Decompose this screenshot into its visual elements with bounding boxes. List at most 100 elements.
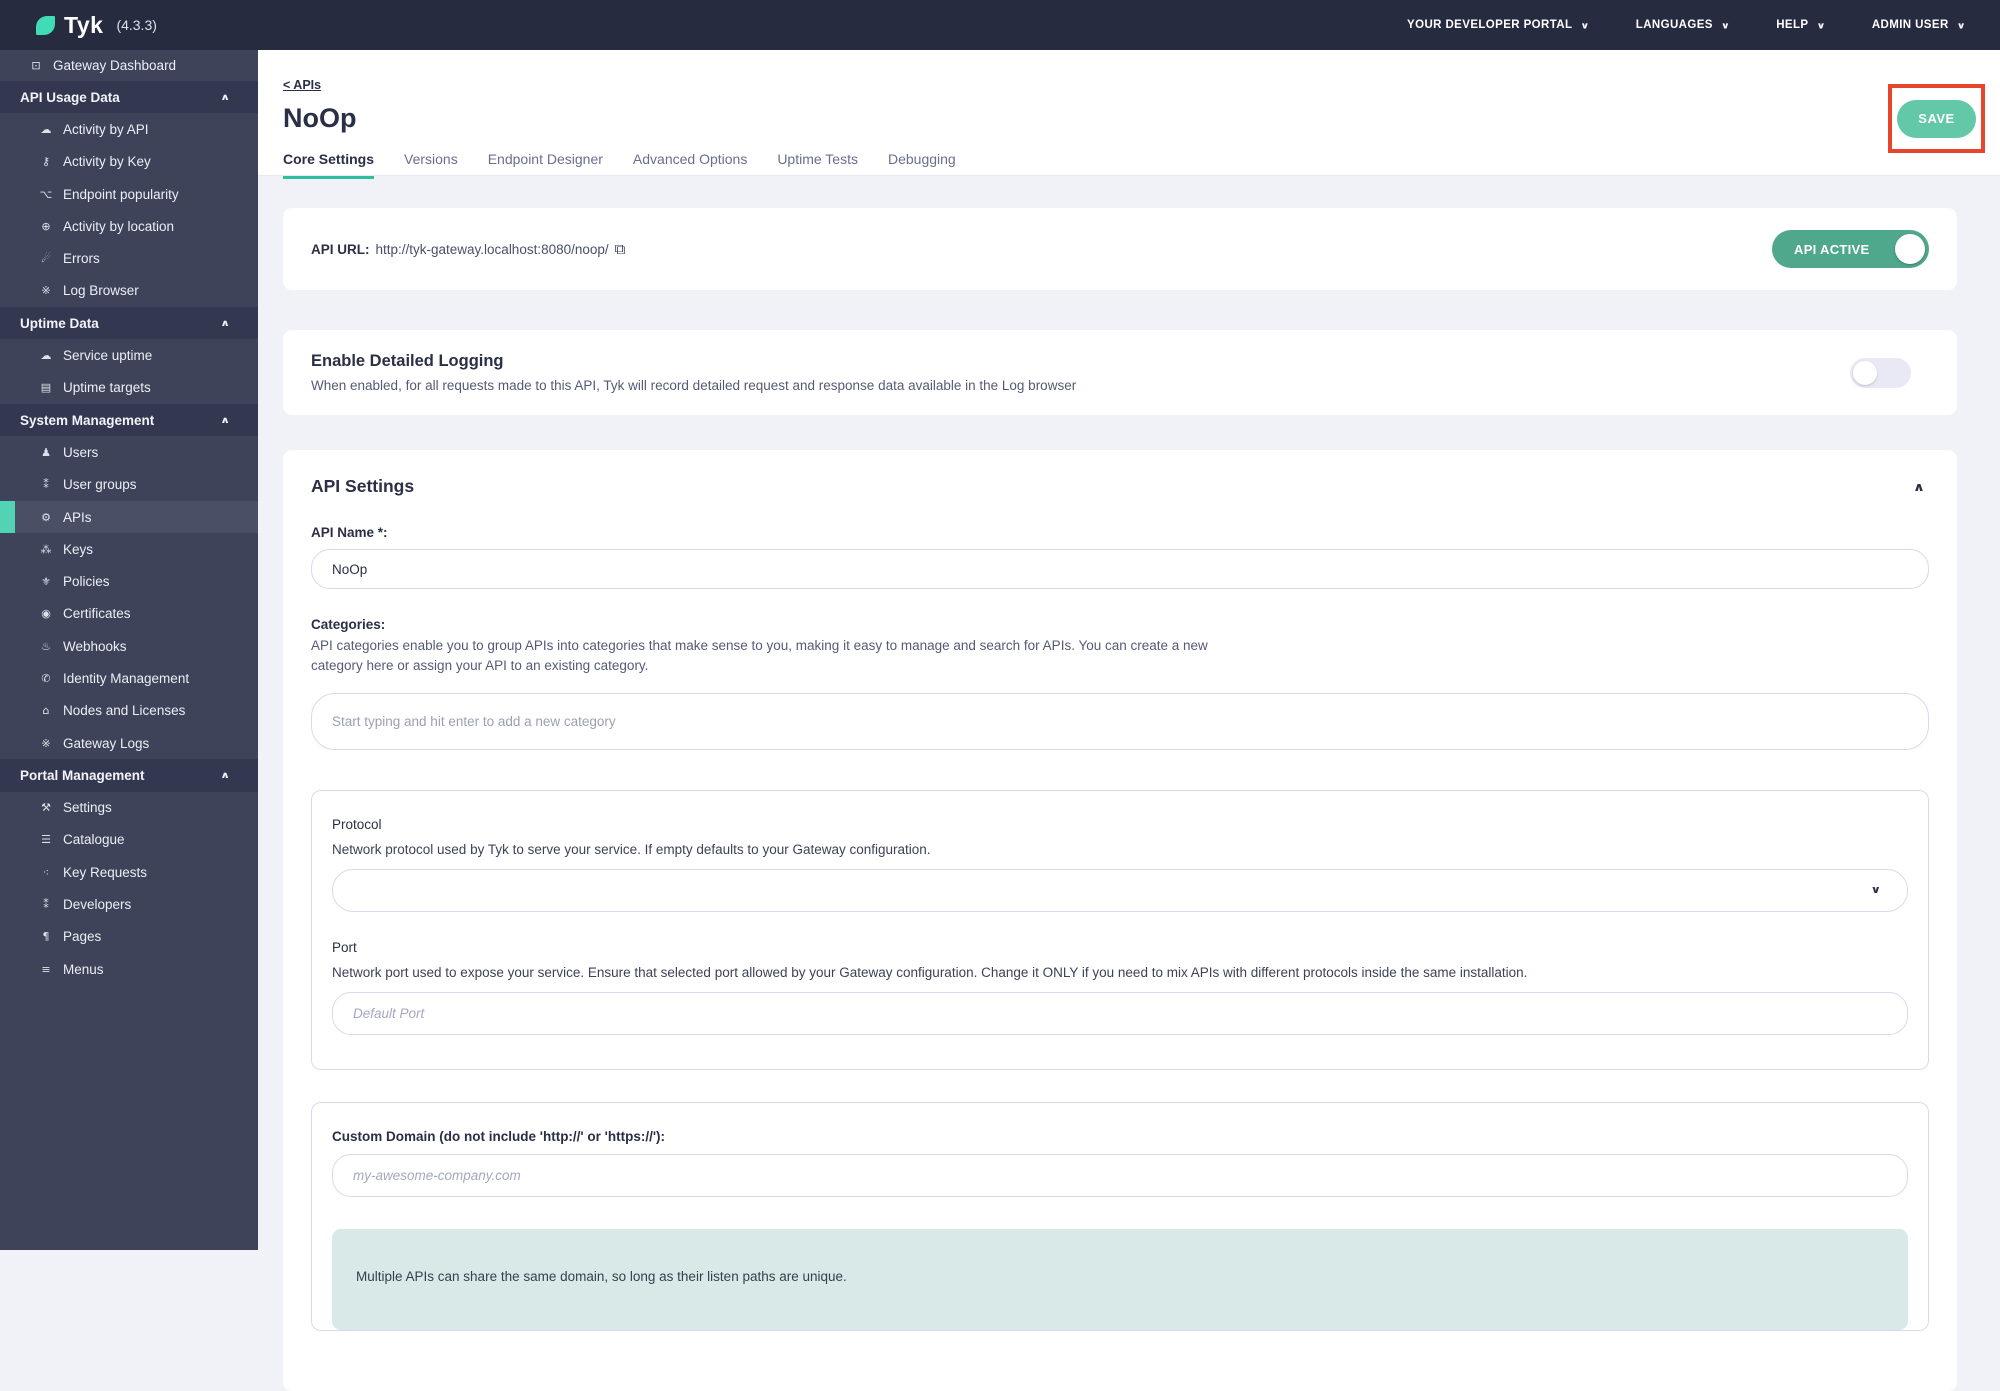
- sidebar-item-errors[interactable]: ☄ Errors: [0, 242, 258, 274]
- table-icon: ▤: [38, 381, 54, 394]
- sidebar-item-log-browser[interactable]: ※ Log Browser: [0, 275, 258, 307]
- sidebar-section-system-management[interactable]: System Management ∧: [0, 404, 258, 436]
- tab-endpoint-designer[interactable]: Endpoint Designer: [488, 151, 603, 179]
- custom-domain-group: Custom Domain (do not include 'http://' …: [311, 1102, 1929, 1331]
- sidebar-item-certificates[interactable]: ◉ Certificates: [0, 598, 258, 630]
- detailed-logging-card: Enable Detailed Logging When enabled, fo…: [283, 330, 1957, 415]
- bug-icon: ※: [38, 737, 54, 750]
- brand-name: Tyk: [64, 12, 103, 39]
- api-active-toggle[interactable]: API ACTIVE: [1772, 230, 1929, 268]
- sidebar-item-endpoint-popularity[interactable]: ⌥ Endpoint popularity: [0, 178, 258, 210]
- bell-icon: ♨: [38, 640, 54, 653]
- save-button[interactable]: SAVE: [1897, 100, 1976, 138]
- nav-developer-portal[interactable]: YOUR DEVELOPER PORTAL ∨: [1407, 19, 1590, 32]
- version-label: (4.3.3): [116, 17, 156, 33]
- sidebar-item-portal-settings[interactable]: ⚒ Settings: [0, 792, 258, 824]
- api-settings-card: API Settings ∧ API Name *: Categories: A…: [283, 450, 1957, 1391]
- chevron-down-icon: ∨: [1816, 20, 1825, 30]
- protocol-description: Network protocol used by Tyk to serve yo…: [332, 842, 1908, 857]
- phone-icon: ✆: [38, 672, 54, 685]
- protocol-select[interactable]: ∨: [332, 869, 1908, 912]
- menu-icon: ≡: [38, 963, 54, 976]
- user-group-icon: ⁑: [38, 898, 54, 911]
- sidebar-section-portal-management[interactable]: Portal Management ∧: [0, 759, 258, 791]
- content-area: API URL: http://tyk-gateway.localhost:80…: [258, 176, 2000, 1391]
- sidebar-item-key-requests[interactable]: ⁖ Key Requests: [0, 856, 258, 888]
- sidebar-item-policies[interactable]: ⚜ Policies: [0, 565, 258, 597]
- detailed-logging-description: When enabled, for all requests made to t…: [311, 378, 1076, 393]
- tab-debugging[interactable]: Debugging: [888, 151, 956, 179]
- certificate-icon: ◉: [38, 607, 54, 620]
- sidebar-item-nodes-and-licenses[interactable]: ⌂ Nodes and Licenses: [0, 695, 258, 727]
- topbar: Tyk (4.3.3) YOUR DEVELOPER PORTAL ∨ LANG…: [0, 0, 2000, 50]
- api-settings-title: API Settings: [311, 476, 414, 497]
- tab-advanced-options[interactable]: Advanced Options: [633, 151, 747, 179]
- categories-input[interactable]: [311, 693, 1929, 750]
- port-description: Network port used to expose your service…: [332, 965, 1908, 980]
- sidebar-item-activity-by-api[interactable]: ☁ Activity by API: [0, 113, 258, 145]
- sidebar-item-keys[interactable]: ⁂ Keys: [0, 533, 258, 565]
- api-name-label: API Name *:: [311, 525, 1929, 540]
- main-content: < APIs NoOp Core Settings Versions Endpo…: [258, 50, 2000, 1391]
- chevron-up-icon: ∧: [220, 318, 230, 329]
- chevron-down-icon: ∨: [1721, 20, 1730, 30]
- nav-languages[interactable]: LANGUAGES ∨: [1636, 19, 1730, 32]
- sidebar-item-apis[interactable]: ⚙ APIs: [0, 501, 258, 533]
- annotation-highlight-box: SAVE: [1888, 84, 1985, 153]
- sidebar-section-api-usage-data[interactable]: API Usage Data ∧: [0, 81, 258, 113]
- detailed-logging-title: Enable Detailed Logging: [311, 352, 1076, 371]
- sidebar-item-developers[interactable]: ⁑ Developers: [0, 888, 258, 920]
- sidebar-item-activity-by-key[interactable]: ⚷ Activity by Key: [0, 146, 258, 178]
- sidebar-item-service-uptime[interactable]: ☁ Service uptime: [0, 339, 258, 371]
- domain-info-note-text: Multiple APIs can share the same domain,…: [356, 1269, 1884, 1284]
- user-group-icon: ⁑: [38, 478, 54, 491]
- globe-icon: ⊕: [38, 220, 54, 233]
- toggle-knob: [1853, 361, 1877, 385]
- tab-core-settings[interactable]: Core Settings: [283, 151, 374, 179]
- nav-admin-user[interactable]: ADMIN USER ∨: [1872, 19, 1966, 32]
- copy-icon[interactable]: ⧉: [615, 240, 626, 258]
- bank-icon: ⌂: [38, 704, 54, 717]
- categories-label: Categories:: [311, 617, 1929, 632]
- sidebar: ⊡ Gateway Dashboard API Usage Data ∧ ☁ A…: [0, 50, 258, 1250]
- tyk-leaf-icon: [36, 16, 55, 35]
- sidebar-item-gateway-dashboard[interactable]: ⊡ Gateway Dashboard: [0, 50, 258, 81]
- sidebar-item-user-groups[interactable]: ⁑ User groups: [0, 469, 258, 501]
- sidebar-item-activity-by-location[interactable]: ⊕ Activity by location: [0, 210, 258, 242]
- list-icon: ☰: [38, 833, 54, 846]
- detailed-logging-toggle[interactable]: [1850, 358, 1911, 388]
- sidebar-item-users[interactable]: ♟ Users: [0, 436, 258, 468]
- api-url-label: API URL:: [311, 242, 370, 257]
- sidebar-section-uptime-data[interactable]: Uptime Data ∧: [0, 307, 258, 339]
- api-name-input[interactable]: [311, 549, 1929, 589]
- sidebar-item-pages[interactable]: ¶ Pages: [0, 921, 258, 953]
- paw-icon: ⁖: [38, 866, 54, 879]
- domain-info-note: Multiple APIs can share the same domain,…: [332, 1229, 1908, 1330]
- nav-help[interactable]: HELP ∨: [1776, 19, 1826, 32]
- cloud-icon: ☁: [38, 349, 54, 362]
- policy-icon: ⚜: [38, 575, 54, 588]
- tyk-logo[interactable]: Tyk (4.3.3): [0, 12, 157, 39]
- wrench-icon: ⚒: [38, 801, 54, 814]
- chevron-up-icon: ∧: [220, 770, 230, 781]
- tab-versions[interactable]: Versions: [404, 151, 458, 179]
- tab-uptime-tests[interactable]: Uptime Tests: [777, 151, 858, 179]
- sidebar-item-uptime-targets[interactable]: ▤ Uptime targets: [0, 372, 258, 404]
- sidebar-item-catalogue[interactable]: ☰ Catalogue: [0, 824, 258, 856]
- port-input[interactable]: [332, 992, 1908, 1035]
- bug-icon: ※: [38, 284, 54, 297]
- sidebar-item-menus[interactable]: ≡ Menus: [0, 953, 258, 985]
- page-header: < APIs NoOp Core Settings Versions Endpo…: [258, 50, 2000, 176]
- custom-domain-input[interactable]: [332, 1154, 1908, 1197]
- api-url-value: http://tyk-gateway.localhost:8080/noop/: [376, 242, 609, 257]
- gears-icon: ⚙: [38, 511, 54, 524]
- collapse-section-icon[interactable]: ∧: [1913, 479, 1929, 493]
- categories-description: API categories enable you to group APIs …: [311, 636, 1251, 677]
- sidebar-item-webhooks[interactable]: ♨ Webhooks: [0, 630, 258, 662]
- key-icon: ⚷: [38, 155, 54, 168]
- breadcrumb-apis-link[interactable]: < APIs: [283, 78, 321, 92]
- sidebar-item-gateway-logs[interactable]: ※ Gateway Logs: [0, 727, 258, 759]
- sidebar-item-identity-management[interactable]: ✆ Identity Management: [0, 662, 258, 694]
- port-label: Port: [332, 940, 1908, 955]
- chevron-down-icon: ∨: [1580, 20, 1589, 30]
